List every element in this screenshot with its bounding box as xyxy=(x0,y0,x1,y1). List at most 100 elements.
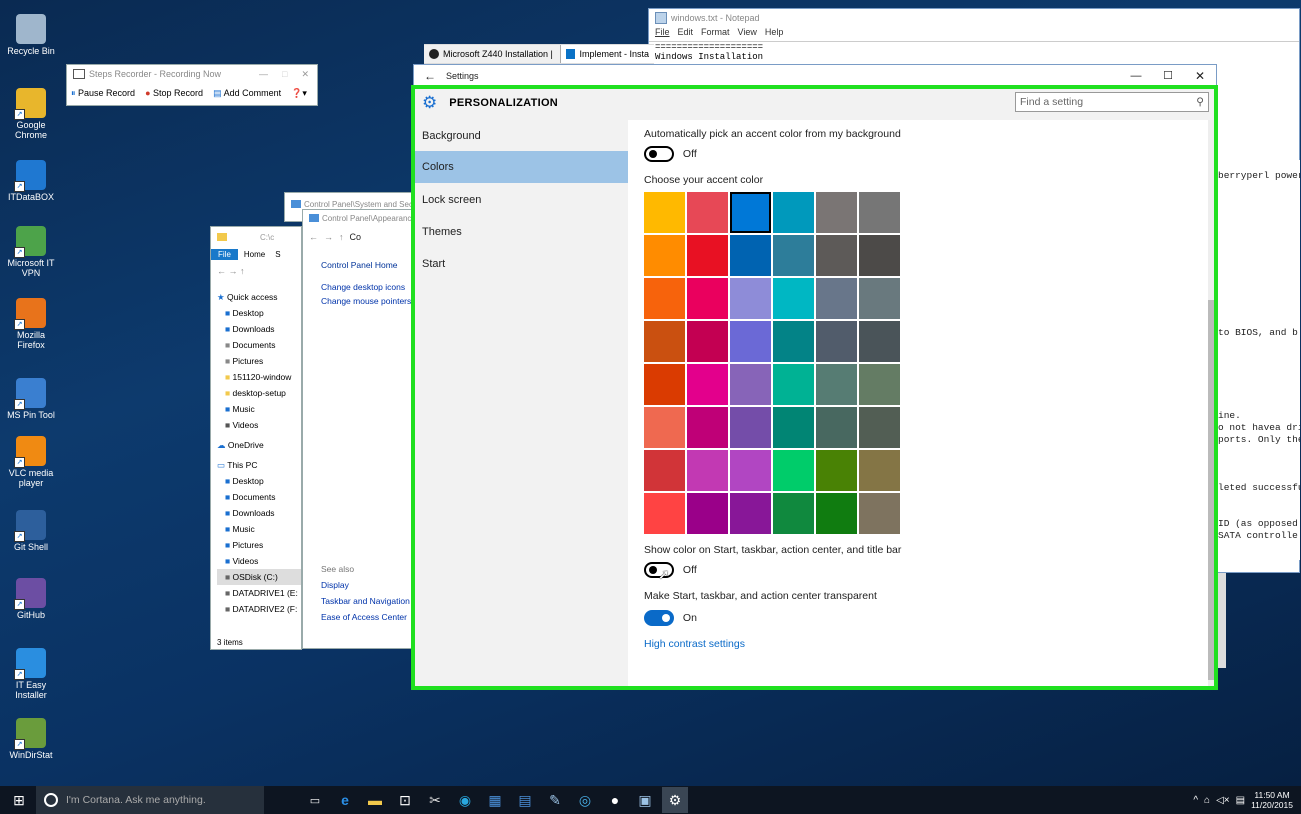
file-explorer-window[interactable]: C:\c File Home S ← → ↑ ★ Quick access ■ … xyxy=(210,226,302,650)
quick-access-list-item[interactable]: ■ Documents xyxy=(217,337,301,353)
minimize-button[interactable]: — xyxy=(1120,70,1152,82)
network-tray-icon[interactable]: ⌂ xyxy=(1204,795,1210,806)
control-panel-home-link[interactable]: Control Panel Home xyxy=(303,248,417,270)
settings-window[interactable]: ← Settings — ☐ ✕ ⚙ PERSONALIZATION Find … xyxy=(413,64,1217,690)
menu-view[interactable]: View xyxy=(738,27,757,41)
accent-color-swatch[interactable] xyxy=(644,493,685,534)
quick-access-list-item[interactable]: ■ Music xyxy=(217,401,301,417)
notepad-icon[interactable]: ✎ xyxy=(542,787,568,813)
steps-recorder-window[interactable]: Steps Recorder - Recording Now — □ ✕ ⏸ P… xyxy=(66,64,318,106)
chevron-up-icon[interactable]: ^ xyxy=(1193,795,1198,806)
file-explorer-icon[interactable]: ▬ xyxy=(362,787,388,813)
up-arrow-icon[interactable]: ↑ xyxy=(339,232,344,242)
accent-color-swatch[interactable] xyxy=(644,450,685,491)
accent-color-swatch[interactable] xyxy=(773,192,814,233)
desktop-icon[interactable]: ↗ Mozilla Firefox xyxy=(4,298,58,350)
help-icon[interactable]: ❓▾ xyxy=(291,88,307,99)
this-pc-list-item[interactable]: ■ Videos xyxy=(217,553,301,569)
forward-arrow-icon[interactable]: → xyxy=(229,266,238,276)
change-desktop-icons-link[interactable]: Change desktop icons xyxy=(303,270,417,292)
transparent-toggle[interactable]: On xyxy=(644,610,697,626)
accent-color-swatch[interactable] xyxy=(773,235,814,276)
accent-color-swatch[interactable] xyxy=(644,278,685,319)
back-arrow-icon[interactable]: ← xyxy=(414,69,446,83)
menu-format[interactable]: Format xyxy=(701,27,730,41)
search-input[interactable]: Find a setting ⚲ xyxy=(1015,92,1209,112)
desktop-icon[interactable]: ↗ VLC media player xyxy=(4,436,58,488)
accent-color-swatch[interactable] xyxy=(816,321,857,362)
nav-themes[interactable]: Themes xyxy=(414,216,628,248)
close-icon[interactable]: ✕ xyxy=(301,69,309,80)
task-view-icon[interactable]: ▭ xyxy=(302,787,328,813)
accent-color-swatch[interactable] xyxy=(773,493,814,534)
store-icon[interactable]: ⊡ xyxy=(392,787,418,813)
nav-lock-screen[interactable]: Lock screen xyxy=(414,184,628,216)
accent-color-swatch[interactable] xyxy=(687,493,728,534)
accent-color-swatch[interactable] xyxy=(687,364,728,405)
back-arrow-icon[interactable]: ← xyxy=(309,232,318,242)
this-pc-list-item[interactable]: ■ Pictures xyxy=(217,537,301,553)
settings-gear-icon[interactable]: ⚙ xyxy=(662,787,688,813)
volume-icon[interactable]: ◁× xyxy=(1216,795,1230,806)
accent-color-swatch[interactable] xyxy=(687,407,728,448)
nav-start[interactable]: Start xyxy=(414,248,628,280)
accent-color-swatch[interactable] xyxy=(687,235,728,276)
browser-tab[interactable]: Implement - Insta xyxy=(561,45,654,63)
desktop-icon[interactable]: ↗ ITDataBOX xyxy=(4,160,58,202)
outlook-icon[interactable]: ▦ xyxy=(482,787,508,813)
desktop-icon[interactable]: ↗ MS Pin Tool xyxy=(4,378,58,420)
accent-color-swatch[interactable] xyxy=(644,407,685,448)
accent-color-swatch[interactable] xyxy=(859,235,900,276)
up-arrow-icon[interactable]: ↑ xyxy=(240,266,245,276)
nav-background[interactable]: Background xyxy=(414,120,628,152)
accent-color-swatch[interactable] xyxy=(859,278,900,319)
onedrive-item[interactable]: ☁ OneDrive xyxy=(217,437,301,453)
clock[interactable]: 11:50 AM 11/20/2015 xyxy=(1251,790,1293,810)
pause-record-button[interactable]: ⏸ Pause Record xyxy=(71,88,135,99)
accent-color-swatch[interactable] xyxy=(816,235,857,276)
stop-record-button[interactable]: ● Stop Record xyxy=(145,88,203,98)
accent-color-swatch[interactable] xyxy=(773,450,814,491)
accent-color-swatch[interactable] xyxy=(730,493,771,534)
quick-access-list-item[interactable]: ■ Videos xyxy=(217,417,301,433)
accent-color-swatch[interactable] xyxy=(773,321,814,362)
this-pc-list-item[interactable]: ■ Music xyxy=(217,521,301,537)
quick-access-list-item[interactable]: ■ 151120-window xyxy=(217,369,301,385)
display-link[interactable]: Display xyxy=(321,580,349,590)
notification-icon[interactable]: ▤ xyxy=(1236,795,1245,806)
accent-color-swatch[interactable] xyxy=(687,192,728,233)
quick-access-list-item[interactable]: ■ desktop-setup xyxy=(217,385,301,401)
quick-access-list-item[interactable]: ■ Downloads xyxy=(217,321,301,337)
scrollbar-thumb[interactable] xyxy=(1208,300,1214,680)
start-button[interactable]: ⊞ xyxy=(6,787,32,813)
show-color-toggle[interactable]: Off ➚ xyxy=(644,562,697,582)
this-pc-list-item[interactable]: ■ Documents xyxy=(217,489,301,505)
accent-color-swatch[interactable] xyxy=(730,407,771,448)
accent-color-swatch[interactable] xyxy=(816,407,857,448)
snipping-icon[interactable]: ✂ xyxy=(422,787,448,813)
accent-color-swatch[interactable] xyxy=(773,278,814,319)
desktop-icon[interactable]: ↗ Git Shell xyxy=(4,510,58,552)
accent-color-swatch[interactable] xyxy=(859,364,900,405)
accent-color-swatch[interactable] xyxy=(773,407,814,448)
chrome-icon[interactable]: ◎ xyxy=(572,787,598,813)
quick-access-list-item[interactable]: ■ Desktop xyxy=(217,305,301,321)
accent-color-swatch[interactable] xyxy=(773,364,814,405)
accent-color-swatch[interactable] xyxy=(687,321,728,362)
maximize-icon[interactable]: □ xyxy=(282,69,287,79)
skype-icon[interactable]: ◉ xyxy=(452,787,478,813)
accent-color-swatch[interactable] xyxy=(859,493,900,534)
accent-color-swatch[interactable] xyxy=(816,364,857,405)
desktop-icon[interactable]: ↗ Microsoft IT VPN xyxy=(4,226,58,278)
nav-colors[interactable]: Colors xyxy=(414,151,628,183)
close-button[interactable]: ✕ xyxy=(1184,69,1216,83)
accent-color-swatch[interactable] xyxy=(730,321,771,362)
this-pc-item[interactable]: ▭ This PC xyxy=(217,457,301,473)
accent-color-swatch[interactable] xyxy=(859,321,900,362)
network-icon[interactable]: ▤ xyxy=(512,787,538,813)
desktop-icon[interactable]: ↗ Google Chrome xyxy=(4,88,58,140)
this-pc-list-item[interactable]: ■ OSDisk (C:) xyxy=(217,569,301,585)
accent-color-swatch[interactable] xyxy=(816,192,857,233)
accent-color-swatch[interactable] xyxy=(730,192,771,233)
back-arrow-icon[interactable]: ← xyxy=(217,266,226,276)
